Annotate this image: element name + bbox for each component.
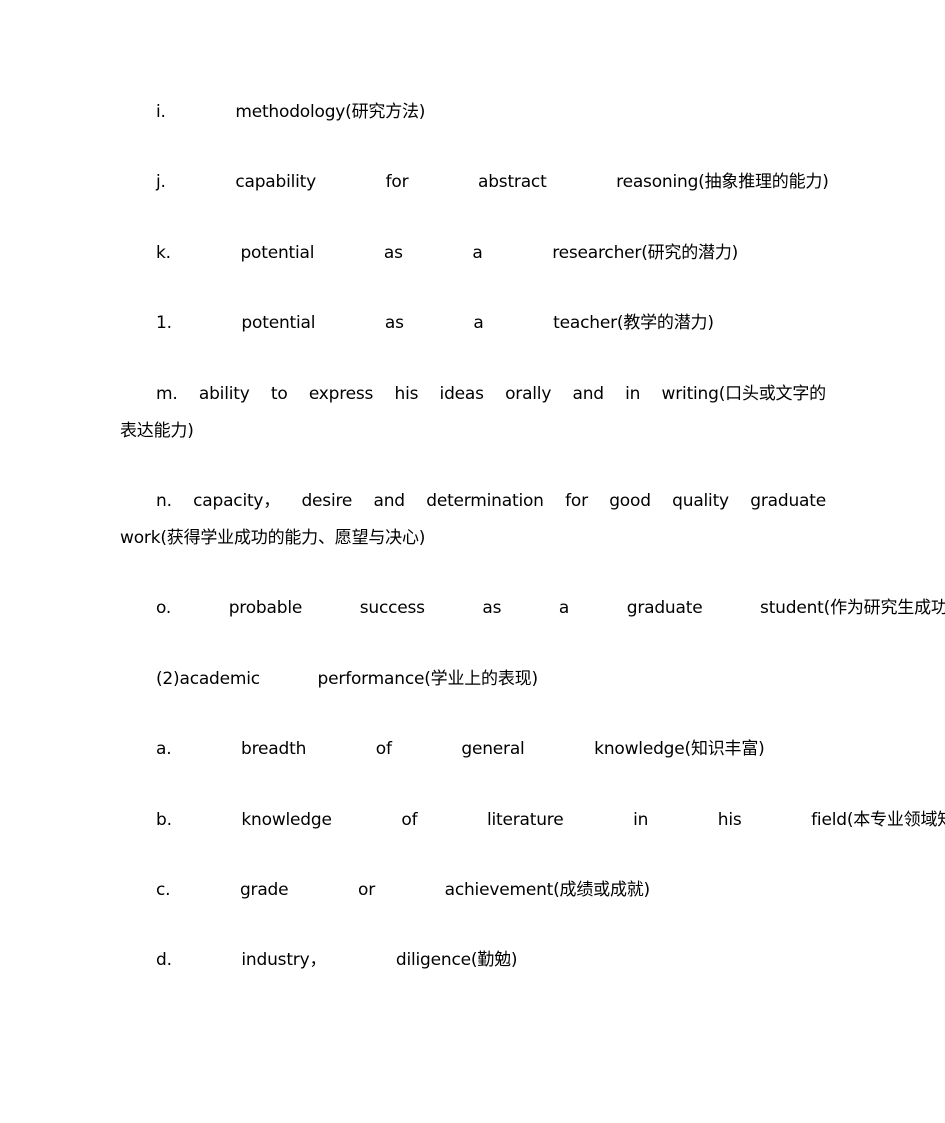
item-text: j. capability for abstract reasoning(抽象推…	[156, 172, 829, 192]
word: graduate	[750, 491, 826, 511]
word: and	[572, 384, 604, 404]
word: determination	[426, 491, 544, 511]
word: desire	[301, 491, 353, 511]
word: ability	[198, 384, 250, 404]
item-text: k. potential as a researcher(研究的潜力)	[156, 243, 739, 263]
item-text: 1. potential as a teacher(教学的潜力)	[156, 313, 714, 333]
word: writing(口头或文字的	[661, 384, 827, 404]
word: ideas	[439, 384, 484, 404]
item-i: i. methodology(研究方法)	[120, 94, 826, 131]
item-text: d. industry， diligence(勤勉)	[156, 950, 518, 970]
item-l: 1. potential as a teacher(教学的潜力)	[120, 305, 826, 342]
word: n.	[156, 491, 172, 511]
item-a: a. breadth of general knowledge(知识丰富)	[120, 731, 826, 768]
word: for	[565, 491, 588, 511]
item-c: c. grade or achievement(成绩或成就)	[120, 872, 826, 909]
item-first-line: n. capacity， desire and determination fo…	[120, 483, 826, 520]
word: in	[625, 384, 641, 404]
section-heading: (2)academic performance(学业上的表现)	[156, 669, 538, 689]
item-text: a. breadth of general knowledge(知识丰富)	[156, 739, 765, 759]
word: to	[270, 384, 288, 404]
item-k: k. potential as a researcher(研究的潜力)	[120, 235, 826, 272]
item-text: o. probable success as a graduate studen…	[156, 598, 945, 618]
word: capacity，	[193, 491, 281, 511]
item-m: m. ability to express his ideas orally a…	[120, 376, 826, 450]
item-o: o. probable success as a graduate studen…	[120, 590, 945, 627]
item-continuation: 表达能力)	[120, 421, 194, 441]
word: orally	[505, 384, 552, 404]
item-b: b. knowledge of literature in his field(…	[120, 802, 945, 839]
item-first-line: m. ability to express his ideas orally a…	[120, 376, 826, 413]
word: express	[308, 384, 374, 404]
word: his	[394, 384, 419, 404]
item-d: d. industry， diligence(勤勉)	[120, 942, 826, 979]
item-n: n. capacity， desire and determination fo…	[120, 483, 826, 557]
section-heading-academic-performance: (2)academic performance(学业上的表现)	[120, 661, 826, 698]
word: good	[609, 491, 651, 511]
word: and	[373, 491, 406, 511]
item-j: j. capability for abstract reasoning(抽象推…	[120, 164, 829, 201]
item-text: b. knowledge of literature in his field(…	[156, 810, 945, 830]
word: quality	[672, 491, 729, 511]
item-continuation: work(获得学业成功的能力、愿望与决心)	[120, 528, 426, 548]
item-text: i. methodology(研究方法)	[156, 102, 426, 122]
document-page: i. methodology(研究方法) j. capability for a…	[0, 0, 945, 1123]
item-text: c. grade or achievement(成绩或成就)	[156, 880, 650, 900]
word: m.	[156, 384, 178, 404]
